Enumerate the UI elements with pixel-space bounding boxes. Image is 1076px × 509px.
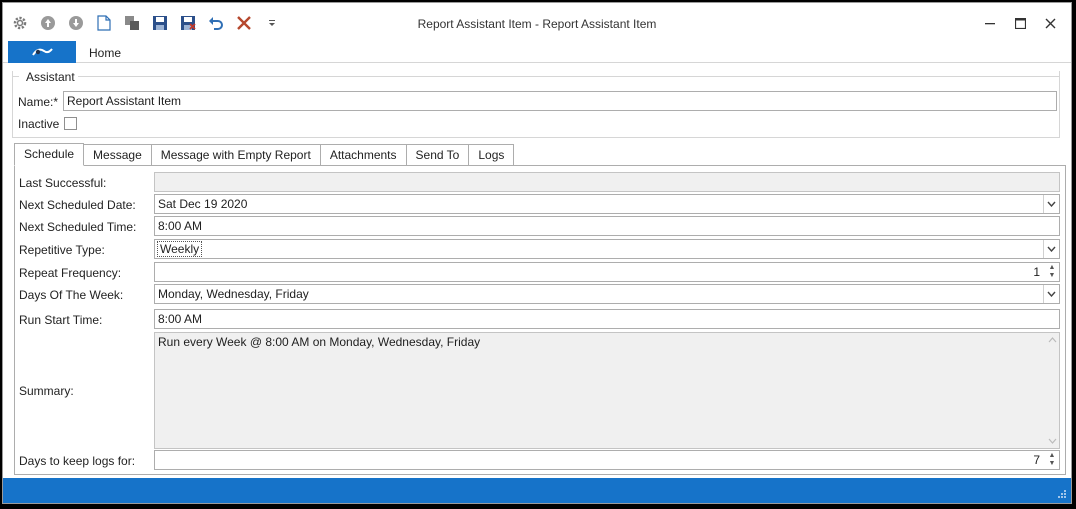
summary-scrollbar[interactable]: [1045, 333, 1059, 448]
app-logo-icon: [32, 48, 53, 56]
last-successful-field: [154, 172, 1060, 192]
days-keep-logs-label: Days to keep logs for:: [19, 454, 136, 468]
summary-text: Run every Week @ 8:00 AM on Monday, Wedn…: [158, 335, 481, 349]
repetitive-type-select[interactable]: Weekly: [154, 239, 1060, 259]
ribbon: Home: [3, 41, 1071, 63]
last-successful-label: Last Successful:: [19, 176, 107, 190]
repetitive-type-value: Weekly: [156, 241, 203, 257]
chevron-down-icon[interactable]: [1043, 195, 1059, 213]
summary-label: Summary:: [19, 384, 74, 398]
status-bar: [3, 478, 1071, 503]
inactive-label: Inactive: [18, 117, 60, 131]
tab-logs[interactable]: Logs: [469, 144, 515, 166]
resize-grip-icon[interactable]: [1057, 489, 1067, 499]
next-scheduled-time-field[interactable]: 8:00 AM: [154, 216, 1060, 236]
tab-message[interactable]: Message: [84, 144, 152, 166]
days-of-week-select[interactable]: Monday, Wednesday, Friday: [154, 284, 1060, 304]
file-menu-button[interactable]: [8, 41, 76, 63]
days-of-week-label: Days Of The Week:: [19, 288, 124, 302]
run-start-time-label: Run Start Time:: [19, 313, 103, 327]
spin-up-icon[interactable]: ▲: [1049, 264, 1056, 272]
chevron-down-icon[interactable]: [1043, 240, 1059, 258]
next-scheduled-time-label: Next Scheduled Time:: [19, 220, 137, 234]
spin-down-icon[interactable]: ▼: [1049, 460, 1056, 468]
title-bar: Report Assistant Item - Report Assistant…: [3, 3, 1071, 41]
days-keep-logs-stepper[interactable]: 7 ▲ ▼: [154, 450, 1060, 470]
spin-buttons[interactable]: ▲ ▼: [1045, 263, 1059, 281]
run-start-time-field[interactable]: 8:00 AM: [154, 309, 1060, 329]
spin-up-icon[interactable]: ▲: [1049, 452, 1056, 460]
tab-send-to[interactable]: Send To: [406, 144, 470, 166]
window-controls: [975, 11, 1065, 35]
assistant-group-legend: Assistant: [24, 70, 77, 84]
application-window: Report Assistant Item - Report Assistant…: [2, 2, 1072, 504]
repeat-frequency-stepper[interactable]: 1 ▲ ▼: [154, 262, 1060, 282]
name-label: Name:*: [18, 95, 59, 109]
repetitive-type-label: Repetitive Type:: [19, 243, 105, 257]
maximize-icon[interactable]: [1005, 11, 1035, 35]
tab-home[interactable]: Home: [89, 46, 121, 60]
spin-buttons[interactable]: ▲ ▼: [1045, 451, 1059, 469]
summary-field: Run every Week @ 8:00 AM on Monday, Wedn…: [154, 332, 1060, 449]
schedule-panel: Last Successful: Next Scheduled Date: Sa…: [14, 165, 1066, 475]
chevron-down-icon[interactable]: [1043, 285, 1059, 303]
scroll-down-icon[interactable]: [1048, 438, 1057, 444]
spin-down-icon[interactable]: ▼: [1049, 272, 1056, 280]
tab-strip: Schedule Message Message with Empty Repo…: [14, 143, 515, 166]
scroll-up-icon[interactable]: [1048, 337, 1057, 343]
minimize-icon[interactable]: [975, 11, 1005, 35]
tab-schedule[interactable]: Schedule: [14, 143, 85, 166]
repeat-frequency-label: Repeat Frequency:: [19, 266, 122, 280]
days-of-week-value: Monday, Wednesday, Friday: [158, 287, 309, 301]
repeat-frequency-value: 1: [1033, 265, 1040, 279]
tab-message-empty-report[interactable]: Message with Empty Report: [151, 144, 321, 166]
name-field[interactable]: Report Assistant Item: [63, 91, 1057, 111]
close-icon[interactable]: [1035, 11, 1065, 35]
next-scheduled-date-value: Sat Dec 19 2020: [158, 197, 248, 211]
window-title: Report Assistant Item - Report Assistant…: [417, 17, 657, 31]
tab-attachments[interactable]: Attachments: [320, 144, 407, 166]
inactive-checkbox[interactable]: [64, 117, 77, 130]
days-keep-logs-value: 7: [1033, 453, 1040, 467]
next-scheduled-date-label: Next Scheduled Date:: [19, 198, 136, 212]
next-scheduled-date-field[interactable]: Sat Dec 19 2020: [154, 194, 1060, 214]
